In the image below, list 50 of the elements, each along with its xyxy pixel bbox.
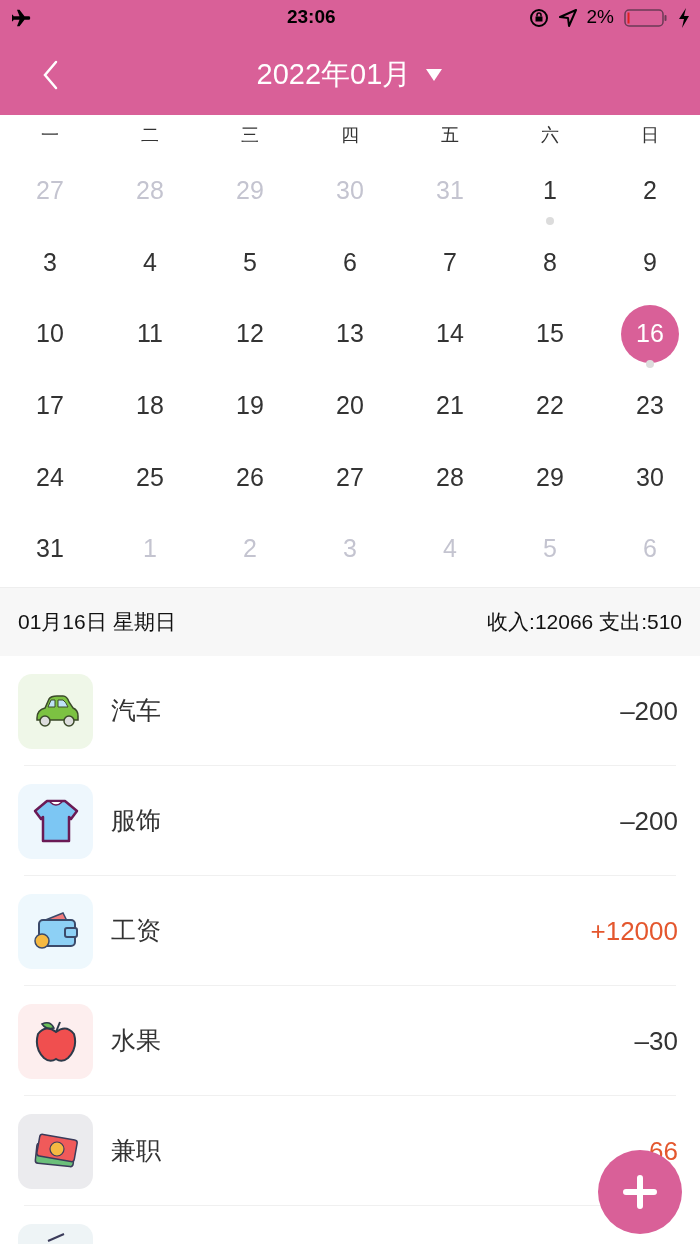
calendar-day[interactable]: 8 — [521, 233, 579, 292]
selected-date: 01月16日 星期日 — [18, 609, 176, 636]
amount: +12000 — [590, 914, 678, 948]
category-name: 工资 — [111, 915, 161, 947]
weekday-label: 日 — [640, 123, 660, 147]
calendar-day[interactable]: 1 — [521, 161, 579, 220]
calendar-day[interactable]: 22 — [521, 376, 579, 435]
calendar-day[interactable]: 21 — [421, 376, 479, 435]
weekday-label: 四 — [340, 123, 360, 147]
calendar-day[interactable]: 23 — [621, 376, 679, 435]
weekday-label: 一 — [40, 123, 60, 147]
amount: –200 — [620, 694, 678, 728]
amount: –30 — [634, 1024, 678, 1058]
battery-percent: 2% — [586, 5, 614, 30]
category-name: 水果 — [111, 1025, 161, 1057]
calendar-day[interactable]: 5 — [221, 233, 279, 292]
day-totals: 收入:12066 支出:510 — [487, 609, 682, 636]
calendar-day[interactable]: 29 — [521, 448, 579, 507]
status-time: 23:06 — [286, 5, 336, 30]
category-name: 汽车 — [111, 695, 161, 727]
calendar-day[interactable]: 10 — [21, 305, 79, 364]
calendar-day[interactable]: 12 — [221, 305, 279, 364]
calendar-day[interactable]: 20 — [321, 376, 379, 435]
calendar-day[interactable]: 31 — [21, 520, 79, 579]
calendar-day[interactable]: 19 — [221, 376, 279, 435]
calendar-day[interactable]: 30 — [621, 448, 679, 507]
calendar-day[interactable]: 28 — [421, 448, 479, 507]
weekday-label: 五 — [440, 123, 460, 147]
weekday-label: 六 — [540, 123, 560, 147]
calendar-day[interactable]: 14 — [421, 305, 479, 364]
weekday-label: 三 — [240, 123, 260, 147]
category-name: 服饰 — [111, 805, 161, 837]
calendar-day[interactable]: 27 — [321, 448, 379, 507]
calendar-day[interactable]: 7 — [421, 233, 479, 292]
calendar-day[interactable]: 18 — [121, 376, 179, 435]
calendar-day[interactable]: 3 — [21, 233, 79, 292]
category-name: 兼职 — [111, 1135, 161, 1167]
calendar-day[interactable]: 4 — [121, 233, 179, 292]
calendar-day[interactable]: 6 — [321, 233, 379, 292]
amount: –200 — [620, 804, 678, 838]
calendar-day[interactable]: 11 — [121, 305, 179, 364]
calendar-day[interactable]: 2 — [621, 161, 679, 220]
calendar-day[interactable]: 17 — [21, 376, 79, 435]
calendar-day[interactable]: 24 — [21, 448, 79, 507]
weekday-label: 二 — [140, 123, 160, 147]
calendar-day[interactable]: 9 — [621, 233, 679, 292]
calendar-day[interactable]: 15 — [521, 305, 579, 364]
calendar-day[interactable]: 26 — [221, 448, 279, 507]
calendar-day[interactable]: 25 — [121, 448, 179, 507]
calendar-day[interactable]: 13 — [321, 305, 379, 364]
